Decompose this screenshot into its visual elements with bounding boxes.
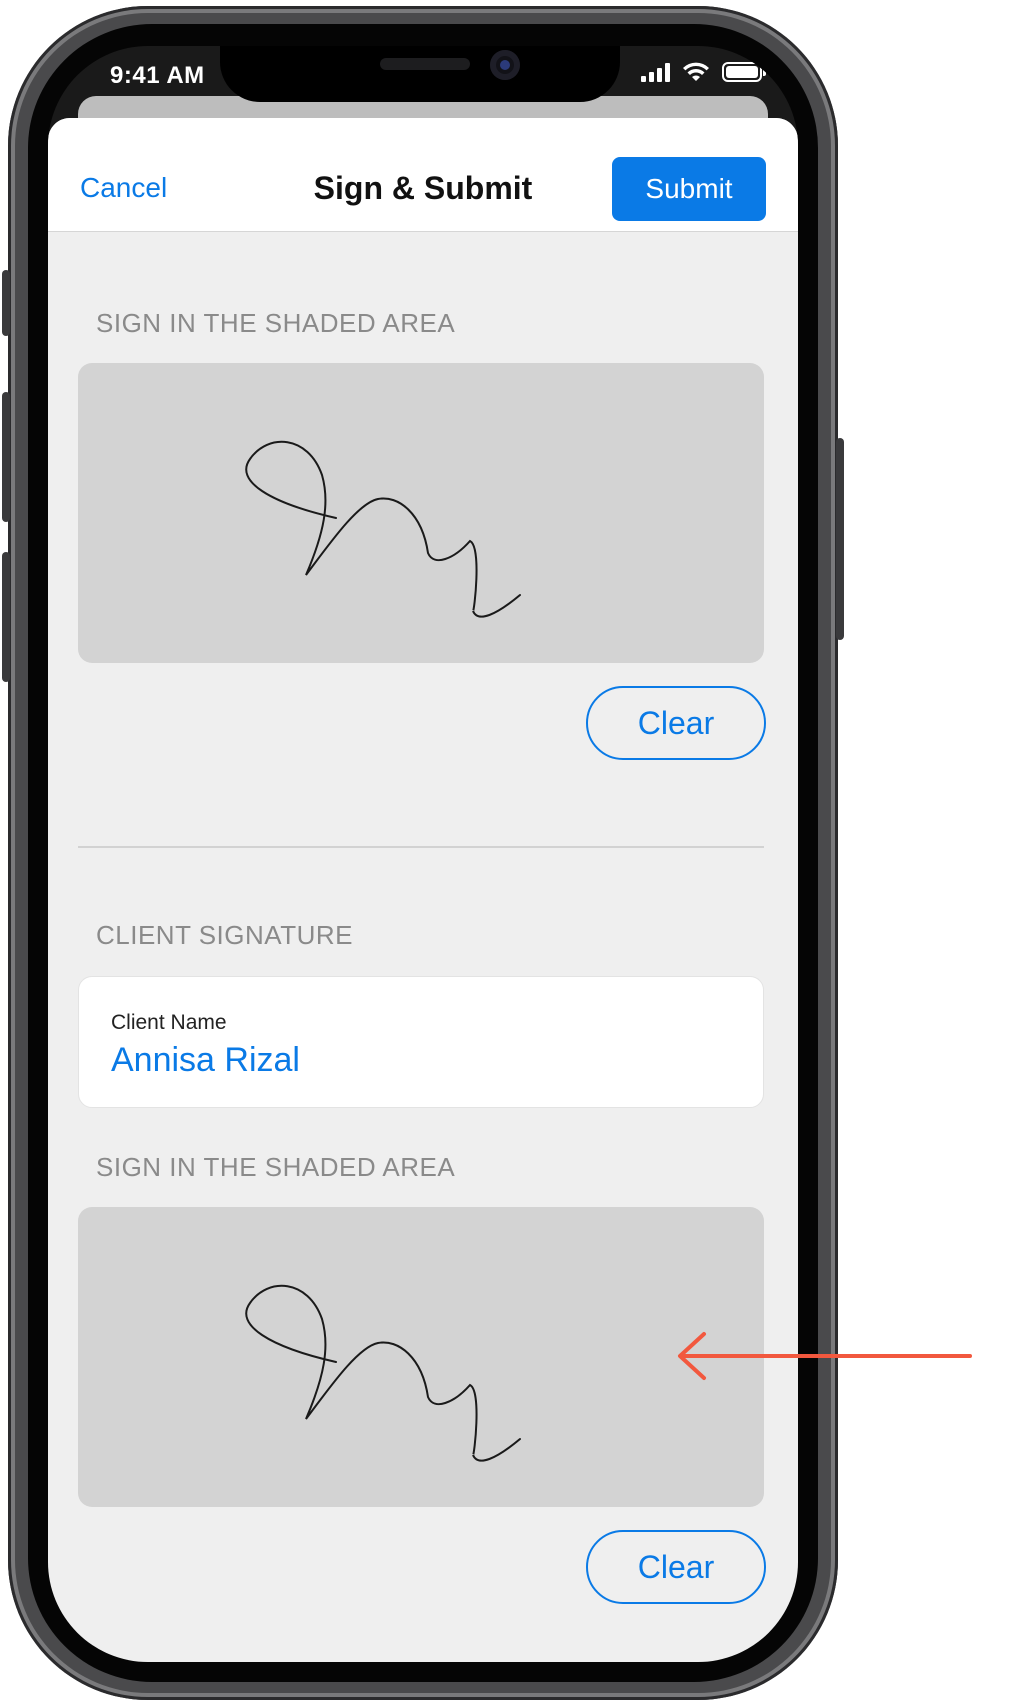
power-button [836, 438, 844, 640]
volume-down-button [2, 552, 10, 682]
second-signature-stroke [245, 1284, 521, 1462]
second-sign-label: SIGN IN THE SHADED AREA [96, 1152, 456, 1182]
status-time: 9:41 AM [110, 62, 205, 89]
submit-button[interactable]: Submit [612, 157, 766, 221]
phone-screen: 9:41 AM Cancel Sign & Submit Submit SIGN… [48, 46, 798, 1662]
client-name-field[interactable]: Client Name Annisa Rizal [78, 976, 764, 1108]
status-bar: 9:41 AM [48, 46, 798, 116]
first-sign-label: SIGN IN THE SHADED AREA [96, 308, 456, 338]
navigation-bar: Cancel Sign & Submit Submit [48, 118, 798, 232]
volume-up-button [2, 392, 10, 522]
first-signature-stroke [245, 440, 521, 618]
front-camera [490, 50, 520, 80]
wifi-icon [683, 62, 709, 81]
second-clear-button[interactable]: Clear [586, 1530, 766, 1604]
battery-icon [722, 62, 766, 82]
second-signature-pad[interactable] [78, 1207, 764, 1507]
notch [220, 46, 620, 102]
earpiece-speaker [380, 58, 470, 70]
client-name-label: Client Name [111, 1011, 227, 1034]
status-icons [641, 62, 766, 82]
client-signature-label: CLIENT SIGNATURE [96, 920, 353, 950]
first-signature-pad[interactable] [78, 363, 764, 663]
section-divider [78, 846, 764, 848]
annotation-arrow-icon [678, 1332, 972, 1380]
sign-submit-sheet: Cancel Sign & Submit Submit SIGN IN THE … [48, 118, 798, 1662]
cellular-signal-icon [641, 62, 670, 82]
client-name-value[interactable]: Annisa Rizal [111, 1041, 300, 1080]
stage: 9:41 AM Cancel Sign & Submit Submit SIGN… [0, 0, 1030, 1706]
first-clear-button[interactable]: Clear [586, 686, 766, 760]
mute-switch [2, 270, 10, 336]
